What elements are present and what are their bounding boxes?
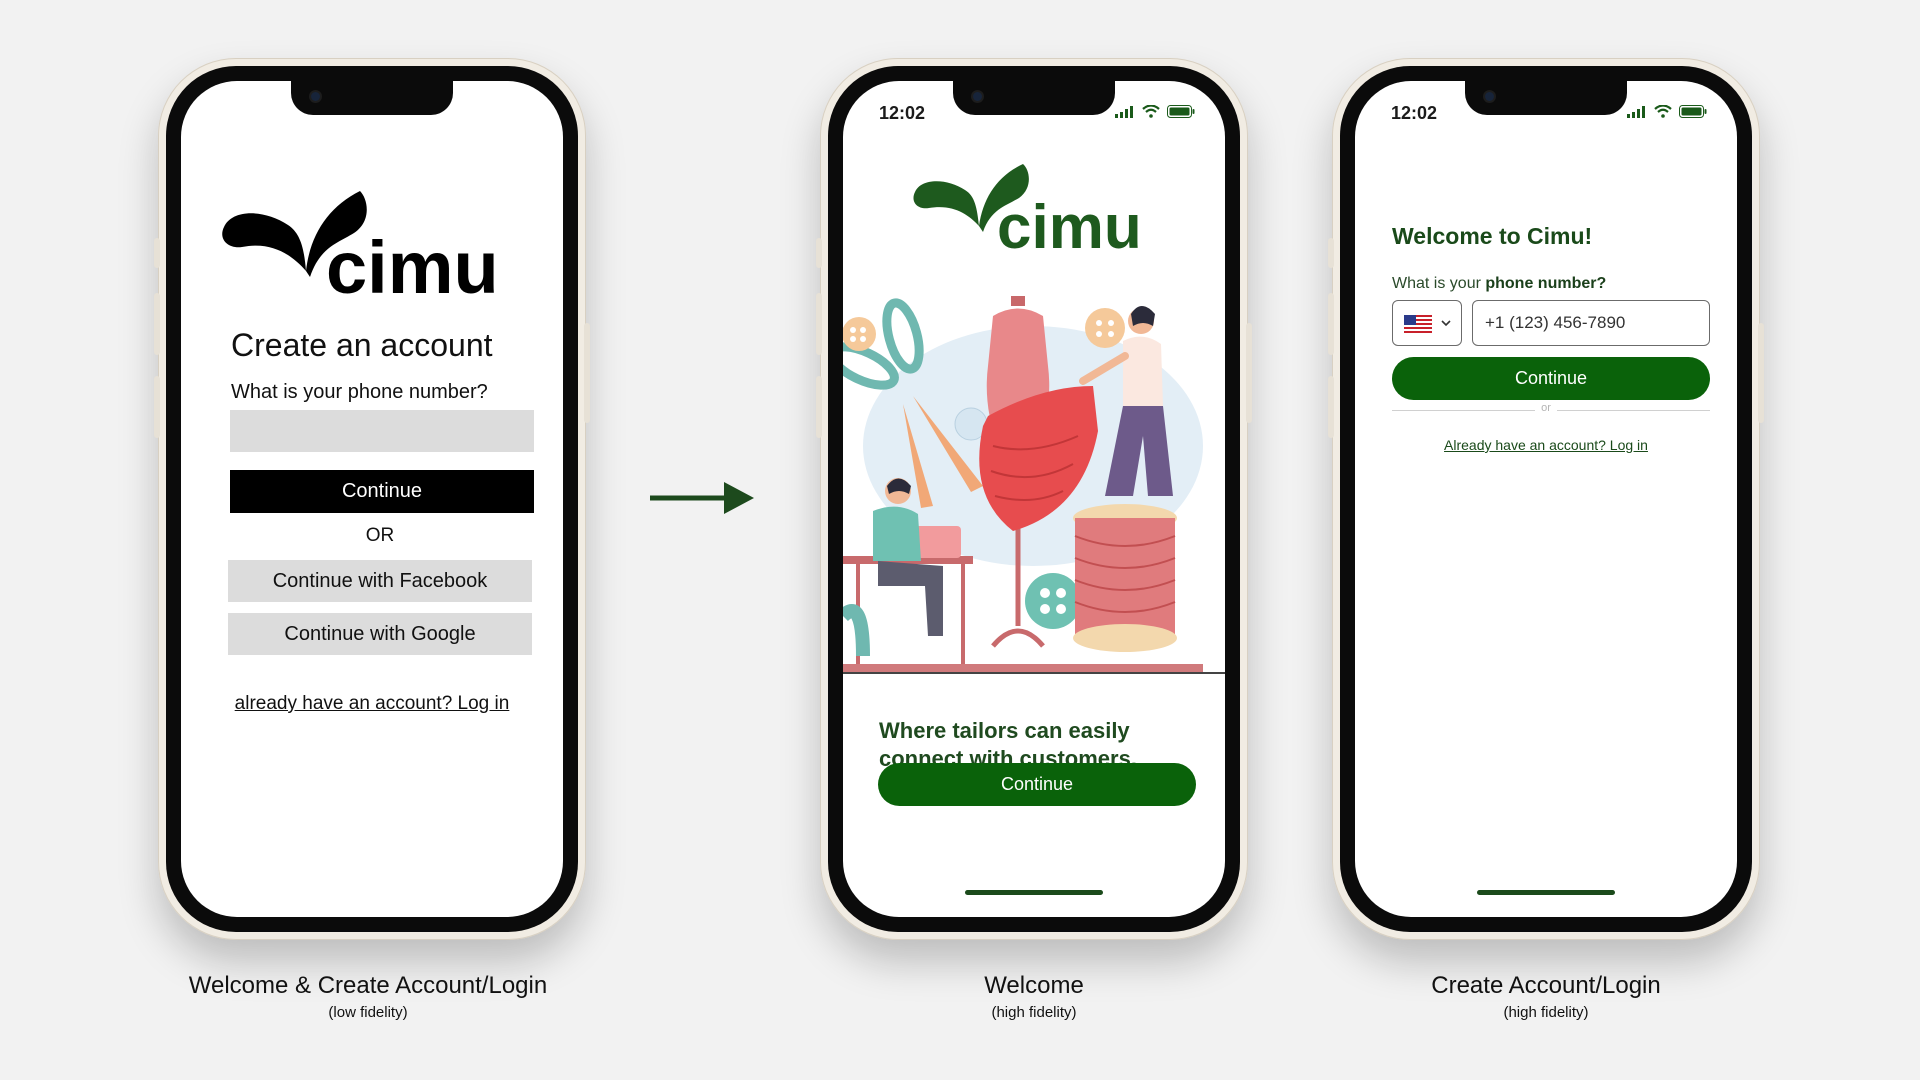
- facebook-button[interactable]: Continue with Facebook: [228, 560, 532, 602]
- signal-icon: [1115, 105, 1133, 118]
- or-label: or: [1535, 402, 1557, 414]
- caption-subtitle: (low fidelity): [328, 1004, 408, 1021]
- country-code-select[interactable]: [1392, 300, 1462, 346]
- login-link[interactable]: Already have an account? Log in: [1355, 437, 1737, 453]
- battery-icon: [1167, 105, 1195, 118]
- illustration-divider: [843, 672, 1225, 674]
- caption-title: Create Account/Login: [1431, 972, 1661, 999]
- cimu-logo: cimu: [913, 156, 1153, 262]
- arrow-right-icon: [650, 480, 756, 521]
- caption-subtitle: (high fidelity): [1503, 1004, 1589, 1021]
- battery-icon: [1679, 105, 1707, 118]
- wifi-icon: [1142, 105, 1160, 118]
- notch: [1465, 81, 1627, 115]
- screen-welcome: 12:02 cimu Where tailors can easily conn…: [843, 81, 1225, 917]
- notch: [291, 81, 453, 115]
- question-prefix: What is your: [1392, 275, 1486, 292]
- wifi-icon: [1654, 105, 1672, 118]
- continue-button[interactable]: Continue: [230, 470, 534, 513]
- notch: [953, 81, 1115, 115]
- caption-subtitle: (high fidelity): [991, 1004, 1077, 1021]
- home-indicator: [1477, 890, 1615, 895]
- caption-welcome: Welcome (high fidelity): [820, 972, 1248, 1021]
- logo-wordmark: cimu: [326, 226, 499, 301]
- screen-create-account: 12:02 Welcome to Cimu! What is your phon…: [1355, 81, 1737, 917]
- home-indicator: [965, 890, 1103, 895]
- screen-lowfi: cimu Create an account What is your phon…: [181, 81, 563, 917]
- phone-question: What is your phone number?: [231, 381, 488, 403]
- phone-lowfi: cimu Create an account What is your phon…: [154, 58, 590, 940]
- phone-number-input[interactable]: +1 (123) 456-7890: [1472, 300, 1710, 346]
- question-bold: phone number?: [1485, 275, 1607, 292]
- caption-title: Welcome: [984, 972, 1084, 999]
- tailor-illustration: [843, 296, 1203, 672]
- phone-create-account: 12:02 Welcome to Cimu! What is your phon…: [1328, 58, 1764, 940]
- caption-lowfi: Welcome & Create Account/Login (low fide…: [158, 972, 578, 1021]
- signal-icon: [1627, 105, 1645, 118]
- page-title: Create an account: [231, 327, 493, 363]
- login-link[interactable]: already have an account? Log in: [181, 693, 563, 715]
- chevron-down-icon: [1441, 320, 1451, 327]
- cimu-logo: cimu: [222, 181, 532, 309]
- continue-button[interactable]: Continue: [878, 763, 1196, 806]
- clock: 12:02: [1391, 103, 1438, 123]
- phone-number-input[interactable]: [230, 410, 534, 452]
- page-title: Welcome to Cimu!: [1392, 223, 1593, 249]
- or-separator: or: [1355, 402, 1737, 414]
- continue-button[interactable]: Continue: [1392, 357, 1710, 400]
- caption-create-account: Create Account/Login (high fidelity): [1332, 972, 1760, 1021]
- or-separator: OR: [365, 525, 395, 546]
- us-flag-icon: [1404, 315, 1432, 333]
- logo-wordmark: cimu: [997, 193, 1142, 256]
- phone-welcome: 12:02 cimu Where tailors can easily conn…: [816, 58, 1252, 940]
- clock: 12:02: [879, 103, 926, 123]
- phone-question: What is your phone number?: [1392, 275, 1606, 293]
- google-button[interactable]: Continue with Google: [228, 613, 532, 655]
- caption-title: Welcome & Create Account/Login: [188, 972, 548, 999]
